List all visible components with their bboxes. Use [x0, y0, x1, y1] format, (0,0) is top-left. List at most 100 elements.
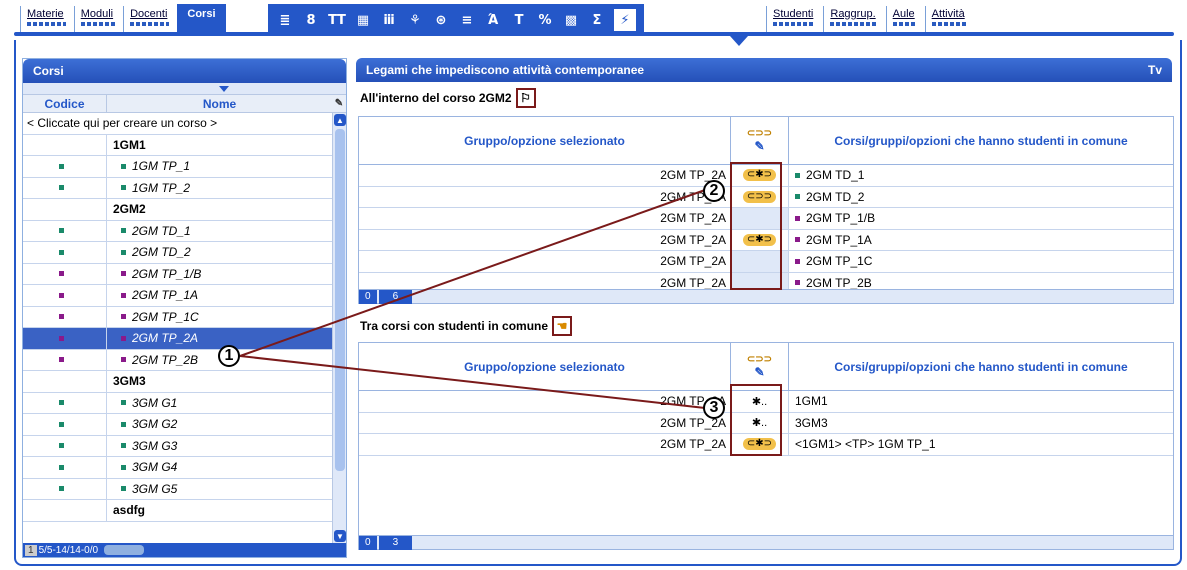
row-code: [23, 220, 107, 241]
section-within-course-label: All'interno del corso 2GM2: [360, 91, 512, 105]
tab-materie[interactable]: Materie: [20, 6, 72, 32]
toolbar-icon-6[interactable]: ⊛: [430, 9, 452, 31]
course-row[interactable]: 2GM TD_1: [23, 220, 332, 242]
callout-2: 2: [703, 180, 725, 202]
color-square-icon: [121, 335, 126, 341]
table1-col-selected[interactable]: Gruppo/opzione selezionato: [359, 117, 731, 164]
row-name: 1GM1: [113, 137, 146, 152]
scroll-thumb[interactable]: [335, 129, 345, 471]
table1-footer-zero: 0: [359, 289, 377, 304]
table2-col-link[interactable]: ⊂⊃⊃ ✎: [731, 343, 789, 390]
courses-scrollbar[interactable]: ▲ ▼: [332, 113, 346, 543]
row-name-cell: asdfg: [107, 503, 332, 517]
row-selected: 2GM TP_2A: [359, 186, 731, 207]
column-code[interactable]: Codice: [23, 95, 107, 112]
table1-col-common[interactable]: Corsi/gruppi/opzioni che hanno studenti …: [789, 117, 1173, 164]
color-square-icon: [59, 443, 64, 449]
table1-footer: 0 6: [359, 289, 1173, 304]
color-square-icon: [121, 443, 126, 449]
row-name-cell: 2GM TD_2: [107, 245, 332, 259]
toolbar-icon-2[interactable]: ΤΤ: [326, 9, 348, 31]
color-square-icon: [121, 249, 126, 255]
toolbar-icon-0[interactable]: ≣: [274, 9, 296, 31]
toolbar-icon-4[interactable]: ⅲ: [378, 9, 400, 31]
row-selected: 2GM TP_2A: [359, 229, 731, 250]
row-selected: 2GM TP_2A: [359, 434, 731, 455]
hand-pointer-icon[interactable]: ☚: [552, 316, 573, 336]
toolbar-icon-1[interactable]: 8: [300, 9, 322, 31]
row-name: 2GM TP_2B: [132, 352, 199, 367]
course-row[interactable]: 2GM TP_2A: [23, 328, 332, 350]
toolbar-icon-12[interactable]: Σ: [586, 9, 608, 31]
row-name-cell: 1GM TP_1: [107, 159, 332, 173]
color-square-icon: [121, 486, 126, 492]
column-name[interactable]: Nome: [107, 95, 332, 112]
table2-col-selected[interactable]: Gruppo/opzione selezionato: [359, 343, 731, 390]
constraints-panel-header: Legami che impediscono attività contempo…: [356, 58, 1172, 82]
group-row[interactable]: 1GM1: [23, 134, 332, 156]
toolbar-icon-9[interactable]: T: [508, 9, 530, 31]
row-name: 3GM3: [113, 374, 146, 389]
tab-corsi[interactable]: Corsi: [177, 4, 226, 34]
scroll-up-icon[interactable]: ▲: [334, 114, 346, 126]
row-name: 2GM TP_1C: [132, 309, 199, 324]
toolbar-icon-10[interactable]: %: [534, 9, 556, 31]
course-row[interactable]: 2GM TP_1C: [23, 306, 332, 328]
course-row[interactable]: 3GM G3: [23, 435, 332, 457]
course-row[interactable]: 2GM TD_2: [23, 242, 332, 264]
row-code: [23, 242, 107, 263]
tab-studenti[interactable]: Studenti: [766, 6, 822, 32]
sort-row[interactable]: [23, 83, 346, 95]
tab-label: Raggrup.: [830, 8, 876, 20]
row-code: [23, 435, 107, 456]
footer-hscroll[interactable]: [104, 545, 145, 555]
toolbar-icon-13[interactable]: ⚡: [612, 7, 638, 33]
course-row[interactable]: 3GM G5: [23, 478, 332, 500]
course-row[interactable]: 3GM G4: [23, 457, 332, 479]
course-row[interactable]: 3GM G1: [23, 392, 332, 414]
table1-header: Gruppo/opzione selezionato ⊂⊃⊃ ✎ Corsi/gr…: [359, 117, 1173, 165]
tab-attivit[interactable]: Attività: [924, 6, 973, 32]
color-square-icon: [121, 292, 126, 298]
tab-raggrup[interactable]: Raggrup.: [823, 6, 884, 32]
toolbar-icon-3[interactable]: ▦: [352, 9, 374, 31]
toolbar-icon-8[interactable]: Ά: [482, 9, 504, 31]
tab-underline: [14, 32, 1174, 36]
tab-aule[interactable]: Aule: [885, 6, 923, 32]
row-name-cell: 1GM TP_2: [107, 181, 332, 195]
course-row[interactable]: 2GM TP_1/B: [23, 263, 332, 285]
courses-list: < Cliccate qui per creare un corso > 1GM…: [23, 113, 346, 543]
course-row[interactable]: 1GM TP_2: [23, 177, 332, 199]
toolbar-icon-5[interactable]: ⚘: [404, 9, 426, 31]
color-square-icon: [121, 228, 126, 234]
toolbar-icon-11[interactable]: ▩: [560, 9, 582, 31]
link-header-icon: ⊂⊃⊃: [746, 128, 773, 139]
row-name: 2GM TP_2A: [132, 331, 199, 346]
walker-icon[interactable]: ⚐: [515, 88, 536, 108]
row-code: [23, 371, 107, 392]
create-course-row[interactable]: < Cliccate qui per creare un corso >: [23, 113, 332, 135]
toolbar-icon-7[interactable]: ≡: [456, 9, 478, 31]
table2-footer-zero: 0: [359, 535, 377, 550]
tab-label: Moduli: [80, 8, 114, 20]
scroll-down-icon[interactable]: ▼: [334, 530, 346, 542]
top-navigation: Materie Moduli Docenti Corsi ≣ 8 ΤΤ ▦ ⅲ ⚘ ⊛ ≡ Ά T% ▩ Σ…: [0, 0, 1187, 46]
course-row[interactable]: 2GM TP_2B: [23, 349, 332, 371]
row-name: 2GM TP_1/B: [132, 266, 202, 281]
group-row[interactable]: asdfg: [23, 500, 332, 522]
course-row[interactable]: 2GM TP_1A: [23, 285, 332, 307]
group-row[interactable]: 3GM3: [23, 371, 332, 393]
row-name: 3GM G4: [132, 460, 178, 475]
color-square-icon: [59, 357, 64, 363]
tab-docenti[interactable]: Docenti: [123, 6, 176, 32]
tab-moduli[interactable]: Moduli: [73, 6, 122, 32]
tabs-left: Materie Moduli Docenti Corsi: [20, 4, 228, 34]
table1-col-link[interactable]: ⊂⊃⊃ ✎: [731, 117, 789, 164]
tab-dots: [27, 22, 66, 26]
course-row[interactable]: 3GM G2: [23, 414, 332, 436]
table2-col-common[interactable]: Corsi/gruppi/opzioni che hanno studenti …: [789, 343, 1173, 390]
course-row[interactable]: 1GM TP_1: [23, 156, 332, 178]
wrench-icon[interactable]: ✎: [332, 95, 346, 112]
tv-icon[interactable]: Tv: [1148, 63, 1162, 77]
group-row[interactable]: 2GM2: [23, 199, 332, 221]
